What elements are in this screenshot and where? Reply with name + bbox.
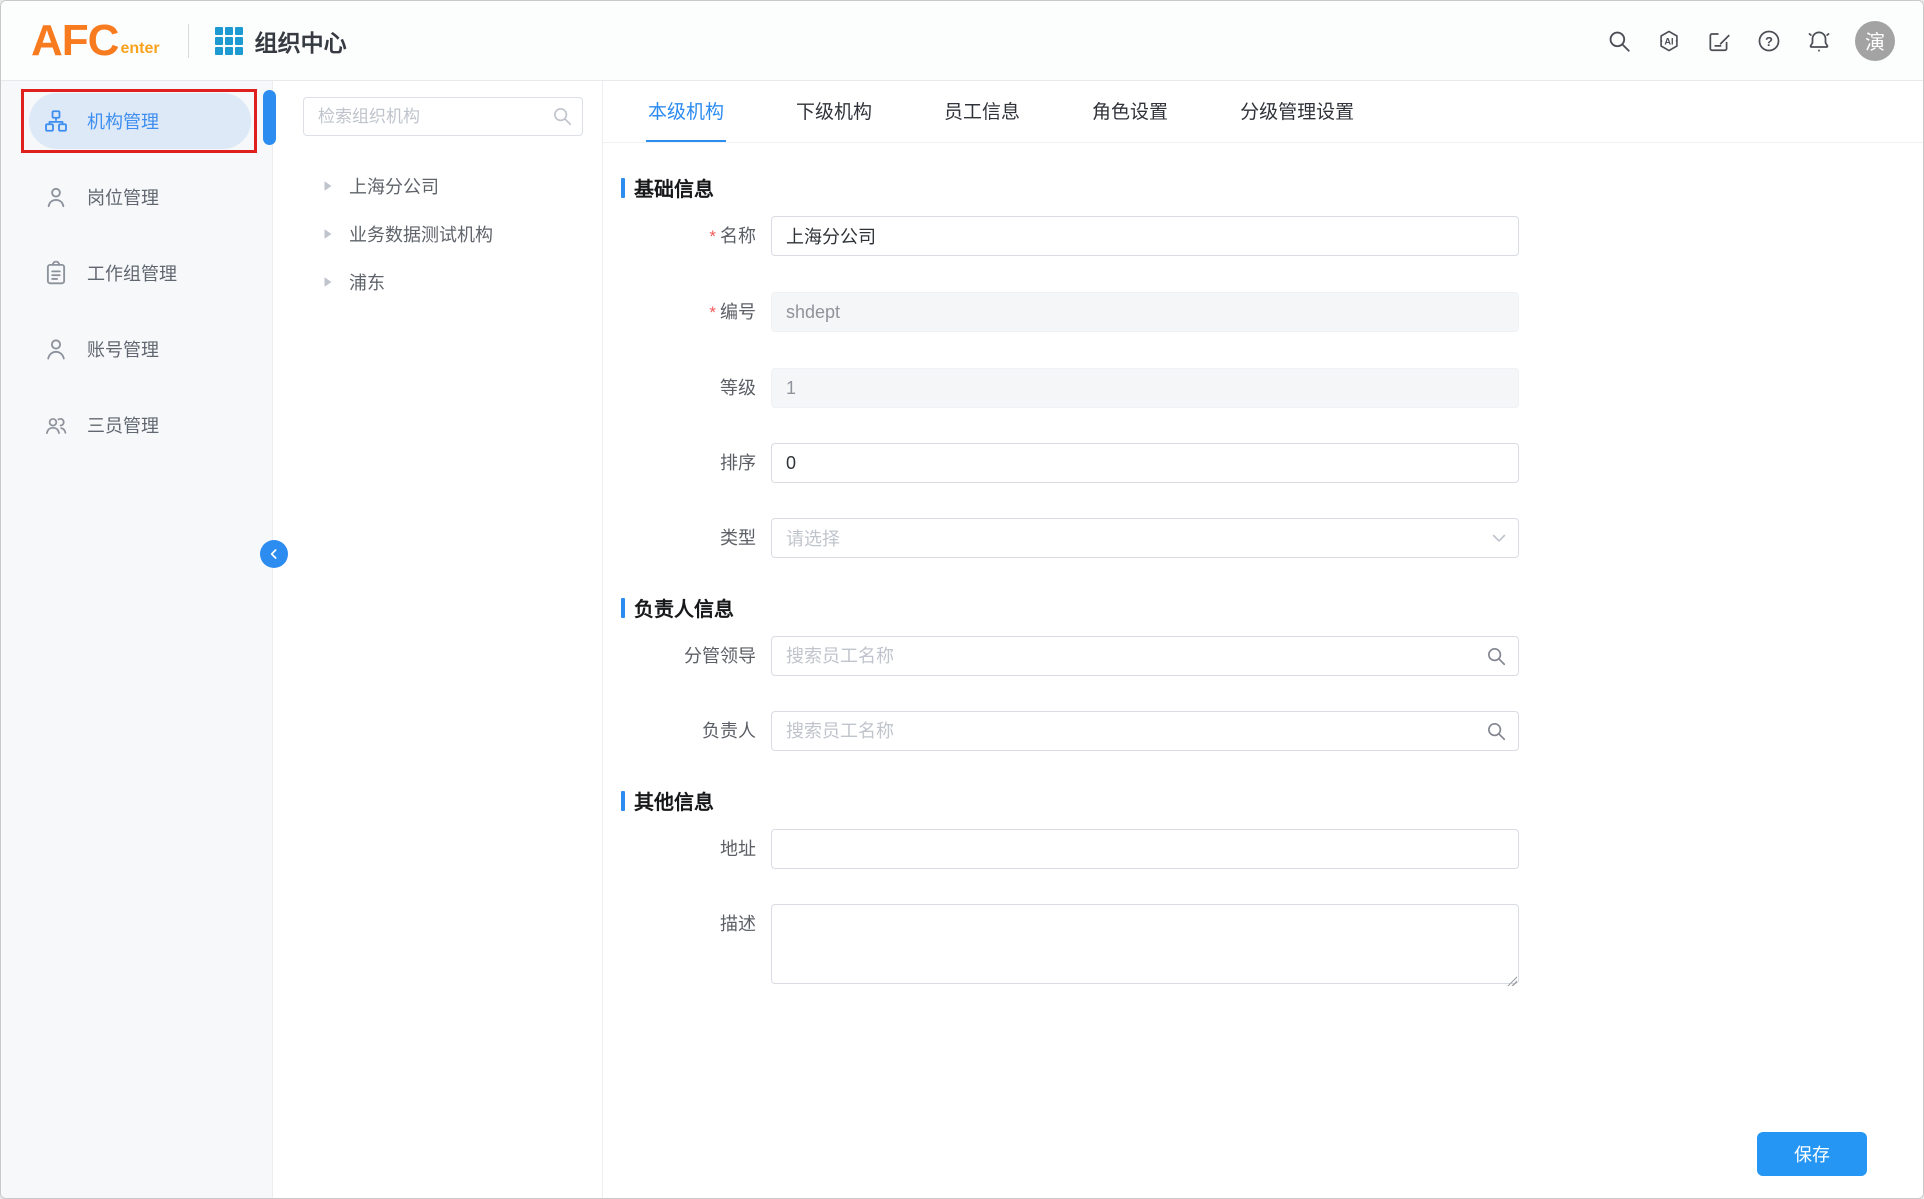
sidebar-item-three-role-management[interactable]: 三员管理 [29, 397, 251, 453]
required-marker: * [709, 227, 716, 246]
caret-right-icon[interactable] [321, 275, 335, 289]
sidebar-item-workgroup-management[interactable]: 工作组管理 [29, 245, 251, 301]
sidebar-item-org-management[interactable]: 机构管理 [29, 93, 251, 149]
user-avatar[interactable]: 演 [1855, 21, 1895, 61]
section-accent-bar [621, 178, 625, 198]
level-field-label: 等级 [621, 368, 756, 408]
search-icon[interactable] [1605, 27, 1633, 55]
code-input [771, 292, 1519, 332]
sort-field-label: 排序 [621, 443, 756, 483]
leader-search-input[interactable] [771, 636, 1519, 676]
help-icon[interactable]: ? [1755, 27, 1783, 55]
sidebar-item-label: 账号管理 [87, 336, 159, 362]
app-grid-icon[interactable] [215, 27, 243, 55]
section-basic-info: 基础信息 [621, 173, 1923, 202]
tree-node-shanghai-branch[interactable]: 上海分公司 [303, 162, 582, 210]
tree-node-label: 浦东 [349, 269, 385, 295]
search-icon [551, 105, 573, 127]
active-menu-indicator [263, 90, 276, 145]
search-icon[interactable] [1485, 720, 1507, 742]
sidebar-item-label: 岗位管理 [87, 184, 159, 210]
sidebar-item-label: 三员管理 [87, 412, 159, 438]
org-tree-panel: 上海分公司 业务数据测试机构 浦东 [273, 81, 603, 1198]
org-chart-icon [43, 108, 69, 134]
header-divider [188, 24, 189, 58]
section-accent-bar [621, 598, 625, 618]
svg-text:AI: AI [1664, 36, 1673, 46]
code-field-label: 编号 [720, 302, 756, 322]
caret-right-icon[interactable] [321, 179, 335, 193]
badge-person-icon [43, 184, 69, 210]
top-header: AFC enter 组织中心 AI [1, 1, 1923, 81]
section-other-info: 其他信息 [621, 786, 1923, 815]
tab-current-org[interactable]: 本级机构 [646, 81, 726, 142]
tree-node-label: 业务数据测试机构 [349, 221, 493, 247]
user-group-icon [43, 412, 69, 438]
org-tree-search-input[interactable] [303, 97, 583, 136]
name-input[interactable] [771, 216, 1519, 256]
caret-right-icon[interactable] [321, 227, 335, 241]
address-field-label: 地址 [621, 829, 756, 869]
sidebar-item-label: 机构管理 [87, 108, 159, 134]
note-edit-icon[interactable] [1705, 27, 1733, 55]
logo-suffix-text: enter [120, 38, 159, 60]
field-row-description: 描述 [621, 904, 1923, 989]
svg-text:?: ? [1765, 33, 1773, 48]
field-row-name: *名称 [621, 216, 1923, 257]
main-content: 本级机构 下级机构 员工信息 角色设置 分级管理设置 基础信息 *名称 [603, 81, 1923, 1198]
bell-icon[interactable] [1805, 27, 1833, 55]
field-row-address: 地址 [621, 829, 1923, 869]
field-row-level: 等级 [621, 368, 1923, 408]
field-row-sort: 排序 [621, 443, 1923, 483]
sidebar-item-account-management[interactable]: 账号管理 [29, 321, 251, 377]
field-row-leader: 分管领导 [621, 636, 1923, 676]
field-row-manager: 负责人 [621, 711, 1923, 751]
afcenter-logo: AFC enter [31, 21, 160, 61]
address-input[interactable] [771, 829, 1519, 869]
collapse-panel-button[interactable] [260, 540, 288, 568]
tab-employee-info[interactable]: 员工信息 [942, 81, 1022, 142]
description-textarea[interactable] [771, 904, 1519, 984]
tree-node-business-data-test-org[interactable]: 业务数据测试机构 [303, 210, 582, 258]
field-row-code: *编号 [621, 292, 1923, 333]
description-field-label: 描述 [621, 904, 756, 944]
chevron-down-icon [1489, 528, 1509, 548]
manager-search-input[interactable] [771, 711, 1519, 751]
type-field-label: 类型 [621, 518, 756, 558]
manager-field-label: 负责人 [621, 711, 756, 751]
type-select[interactable]: 请选择 [771, 518, 1519, 558]
ai-assistant-icon[interactable]: AI [1655, 27, 1683, 55]
sidebar-nav: 机构管理 岗位管理 [1, 81, 273, 1198]
field-row-type: 类型 请选择 [621, 518, 1923, 558]
logo-text: AFC [31, 21, 118, 61]
name-field-label: 名称 [720, 226, 756, 246]
sidebar-item-post-management[interactable]: 岗位管理 [29, 169, 251, 225]
section-leader-info: 负责人信息 [621, 593, 1923, 622]
save-button[interactable]: 保存 [1757, 1132, 1867, 1176]
clipboard-icon [43, 260, 69, 286]
section-accent-bar [621, 791, 625, 811]
tab-role-settings[interactable]: 角色设置 [1090, 81, 1170, 142]
chevron-left-icon [266, 546, 282, 562]
tab-bar: 本级机构 下级机构 员工信息 角色设置 分级管理设置 [603, 81, 1923, 143]
org-form: 基础信息 *名称 *编号 等级 [603, 143, 1923, 1024]
tree-node-label: 上海分公司 [349, 173, 439, 199]
user-icon [43, 336, 69, 362]
tab-sub-org[interactable]: 下级机构 [794, 81, 874, 142]
tab-hierarchy-settings[interactable]: 分级管理设置 [1238, 81, 1356, 142]
sidebar-item-label: 工作组管理 [87, 260, 177, 286]
tree-node-pudong[interactable]: 浦东 [303, 258, 582, 306]
level-input [771, 368, 1519, 408]
leader-field-label: 分管领导 [621, 636, 756, 676]
required-marker: * [709, 303, 716, 322]
sort-input[interactable] [771, 443, 1519, 483]
app-window: AFC enter 组织中心 AI [0, 0, 1924, 1199]
search-icon[interactable] [1485, 645, 1507, 667]
page-title: 组织中心 [255, 24, 347, 58]
